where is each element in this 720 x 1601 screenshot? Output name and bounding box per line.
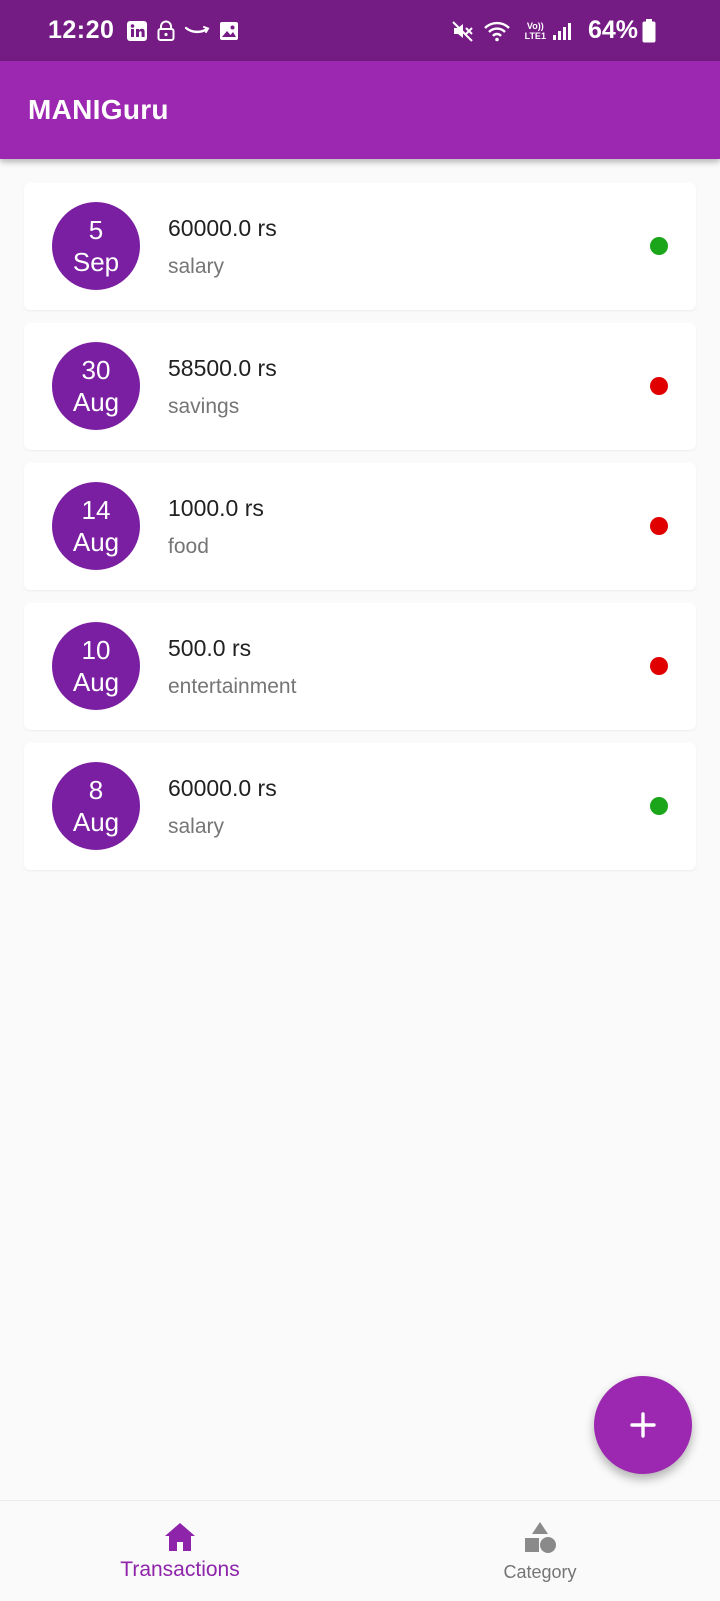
date-month: Aug xyxy=(72,807,120,837)
date-badge: 14 Aug xyxy=(52,482,140,570)
amazon-icon xyxy=(184,24,210,38)
plus-icon xyxy=(630,1412,656,1438)
lte-top-label: Vo)) xyxy=(526,20,544,31)
transaction-amount: 500.0 rs xyxy=(168,635,252,661)
transaction-amount: 60000.0 rs xyxy=(168,775,277,801)
lock-icon xyxy=(156,20,176,42)
status-bar-left: 12:20 xyxy=(48,16,248,45)
expense-indicator-dot xyxy=(650,517,668,535)
mute-icon xyxy=(451,20,475,42)
date-day: 30 xyxy=(81,355,111,385)
transaction-card[interactable]: 10 Aug 500.0 rs entertainment xyxy=(24,603,696,730)
transaction-card[interactable]: 14 Aug 1000.0 rs food xyxy=(24,463,696,590)
status-bar: 12:20 Vo)) LTE1 64% xyxy=(0,0,720,61)
signal-icon xyxy=(552,21,572,41)
transaction-amount: 58500.0 rs xyxy=(168,355,277,381)
date-day: 14 xyxy=(81,495,111,525)
date-month: Sep xyxy=(72,247,120,277)
transaction-category: entertainment xyxy=(168,675,297,698)
app-title: MANIGuru xyxy=(28,94,169,125)
status-bar-right: Vo)) LTE1 64% xyxy=(451,16,664,45)
expense-indicator-dot xyxy=(650,657,668,675)
transaction-category: savings xyxy=(168,395,240,418)
shapes-icon xyxy=(525,1521,556,1553)
income-indicator-dot xyxy=(650,237,668,255)
transaction-card[interactable]: 30 Aug 58500.0 rs savings xyxy=(24,323,696,450)
nav-label-transactions: Transactions xyxy=(120,1558,240,1581)
income-indicator-dot xyxy=(650,797,668,815)
date-day: 5 xyxy=(88,215,104,245)
lte-indicator: Vo)) LTE1 xyxy=(525,21,546,41)
date-badge: 10 Aug xyxy=(52,622,140,710)
linkedin-icon xyxy=(126,20,148,42)
nav-label-category: Category xyxy=(503,1561,577,1582)
date-month: Aug xyxy=(72,387,120,417)
nav-item-category[interactable]: Category xyxy=(360,1501,720,1601)
app-bar: MANIGuru xyxy=(0,61,720,159)
nav-item-transactions[interactable]: Transactions xyxy=(0,1501,360,1601)
transaction-card[interactable]: 8 Aug 60000.0 rs salary xyxy=(24,743,696,870)
transaction-category: salary xyxy=(168,255,225,278)
date-badge: 30 Aug xyxy=(52,342,140,430)
date-month: Aug xyxy=(72,527,120,557)
transaction-category: salary xyxy=(168,815,225,838)
transaction-category: food xyxy=(168,535,209,558)
transactions-list: 5 Sep 60000.0 rs salary 30 Aug 58500.0 r… xyxy=(24,183,696,883)
date-badge: 8 Aug xyxy=(52,762,140,850)
date-day: 8 xyxy=(88,775,104,805)
bottom-navigation: Transactions Category xyxy=(0,1500,720,1600)
home-icon xyxy=(165,1523,195,1551)
add-transaction-button[interactable] xyxy=(594,1376,692,1474)
date-badge: 5 Sep xyxy=(52,202,140,290)
battery-percent: 64% xyxy=(587,16,638,44)
date-day: 10 xyxy=(81,635,111,665)
transaction-amount: 1000.0 rs xyxy=(168,495,264,521)
expense-indicator-dot xyxy=(650,377,668,395)
lte-bottom-label: LTE1 xyxy=(524,30,546,41)
date-month: Aug xyxy=(72,667,120,697)
transaction-card[interactable]: 5 Sep 60000.0 rs salary xyxy=(24,183,696,310)
battery-icon xyxy=(642,18,656,43)
wifi-icon xyxy=(483,20,511,42)
transaction-amount: 60000.0 rs xyxy=(168,215,277,241)
status-time: 12:20 xyxy=(48,16,115,44)
image-icon xyxy=(218,20,240,42)
